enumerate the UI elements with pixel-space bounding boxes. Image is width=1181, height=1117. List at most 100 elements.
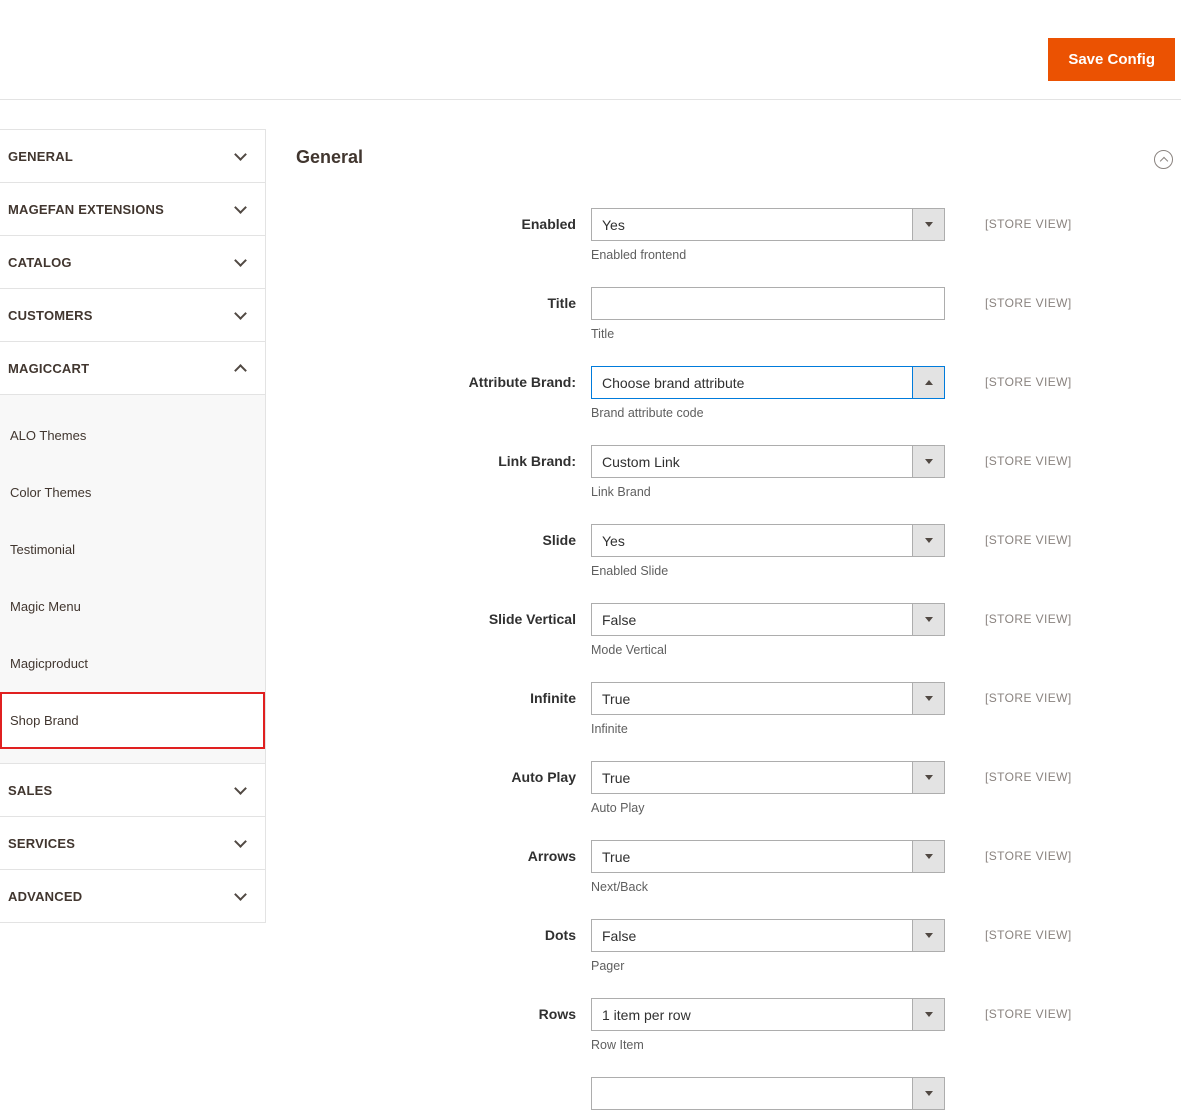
chevron-down-icon bbox=[234, 200, 247, 214]
select-value: Yes bbox=[602, 216, 625, 233]
field-note: Row Item bbox=[591, 1038, 644, 1052]
select-arrow-button[interactable] bbox=[912, 446, 944, 477]
select-value: Yes bbox=[602, 532, 625, 549]
collapse-section-button[interactable] bbox=[1154, 150, 1173, 169]
main-content: General Enabled Yes Enabled frontend [ST… bbox=[296, 100, 1181, 1117]
field-control-area: False Mode Vertical bbox=[591, 603, 945, 657]
sidebar-section-customers[interactable]: CUSTOMERS bbox=[0, 289, 265, 342]
select-arrow-button[interactable] bbox=[912, 920, 944, 951]
sidebar-item-magic-menu[interactable]: Magic Menu bbox=[0, 578, 265, 635]
scope-label: [STORE VIEW] bbox=[985, 454, 1072, 468]
save-config-button[interactable]: Save Config bbox=[1048, 38, 1175, 81]
page-header: Save Config bbox=[0, 0, 1181, 100]
sidebar-section-label: SERVICES bbox=[8, 835, 76, 851]
select-arrow-button[interactable] bbox=[912, 209, 944, 240]
scope-label: [STORE VIEW] bbox=[985, 217, 1072, 231]
select-control[interactable]: 1 item per row bbox=[591, 998, 945, 1031]
field-note: Brand attribute code bbox=[591, 406, 704, 420]
sidebar-section-label: SALES bbox=[8, 782, 53, 798]
field-row-slide: Slide Yes Enabled Slide [STORE VIEW] bbox=[296, 524, 1181, 578]
field-label: Auto Play bbox=[511, 769, 576, 785]
caret-up-icon bbox=[924, 380, 933, 385]
sidebar-section-magefan-extensions[interactable]: MAGEFAN EXTENSIONS bbox=[0, 183, 265, 236]
field-label: Dots bbox=[544, 927, 576, 943]
field-row-auto-play: Auto Play True Auto Play [STORE VIEW] bbox=[296, 761, 1181, 815]
select-arrow-button[interactable] bbox=[912, 525, 944, 556]
caret-down-icon bbox=[924, 696, 933, 701]
select-control[interactable]: False bbox=[591, 603, 945, 636]
field-row-rows: Rows 1 item per row Row Item [STORE VIEW… bbox=[296, 998, 1181, 1052]
field-label: Attribute Brand: bbox=[468, 374, 576, 390]
select-arrow-button[interactable] bbox=[912, 1078, 944, 1109]
select-value: Custom Link bbox=[602, 453, 680, 470]
field-note: Mode Vertical bbox=[591, 643, 667, 657]
sidebar-section-label: CUSTOMERS bbox=[8, 307, 93, 323]
field-row-dots: Dots False Pager [STORE VIEW] bbox=[296, 919, 1181, 973]
select-control[interactable]: True bbox=[591, 761, 945, 794]
text-input[interactable] bbox=[591, 287, 945, 320]
sidebar-section-magiccart[interactable]: MAGICCART bbox=[0, 342, 265, 395]
caret-down-icon bbox=[924, 854, 933, 859]
field-note: Link Brand bbox=[591, 485, 651, 499]
caret-down-icon bbox=[924, 933, 933, 938]
select-control[interactable] bbox=[591, 1077, 945, 1110]
field-label: Arrows bbox=[527, 848, 576, 864]
chevron-up-icon bbox=[1159, 156, 1168, 166]
select-control[interactable]: False bbox=[591, 919, 945, 952]
sidebar-item-alo-themes[interactable]: ALO Themes bbox=[0, 407, 265, 464]
select-value: True bbox=[602, 769, 631, 786]
select-arrow-button[interactable] bbox=[912, 604, 944, 635]
field-control-area bbox=[591, 1077, 945, 1117]
sidebar-item-label: ALO Themes bbox=[10, 428, 87, 443]
field-control-area: Choose brand attribute Brand attribute c… bbox=[591, 366, 945, 420]
field-control-area: 1 item per row Row Item bbox=[591, 998, 945, 1052]
sidebar-section-catalog[interactable]: CATALOG bbox=[0, 236, 265, 289]
sidebar-item-color-themes[interactable]: Color Themes bbox=[0, 464, 265, 521]
caret-down-icon bbox=[924, 775, 933, 780]
field-label: Title bbox=[547, 295, 576, 311]
select-arrow-button[interactable] bbox=[912, 367, 944, 398]
select-arrow-button[interactable] bbox=[912, 999, 944, 1030]
select-control[interactable]: Yes bbox=[591, 524, 945, 557]
sidebar-item-label: Testimonial bbox=[10, 542, 76, 557]
sidebar-section-advanced[interactable]: ADVANCED bbox=[0, 870, 265, 923]
chevron-down-icon bbox=[234, 306, 247, 320]
scope-label: [STORE VIEW] bbox=[985, 849, 1072, 863]
sidebar-section-sales[interactable]: SALES bbox=[0, 764, 265, 817]
sidebar-item-testimonial[interactable]: Testimonial bbox=[0, 521, 265, 578]
chevron-down-icon bbox=[234, 781, 247, 795]
scope-label: [STORE VIEW] bbox=[985, 691, 1072, 705]
select-value: True bbox=[602, 690, 631, 707]
select-control[interactable]: Yes bbox=[591, 208, 945, 241]
field-control-area: False Pager bbox=[591, 919, 945, 973]
field-note: Enabled Slide bbox=[591, 564, 669, 578]
caret-down-icon bbox=[924, 617, 933, 622]
field-label: Link Brand: bbox=[498, 453, 576, 469]
chevron-down-icon bbox=[234, 834, 247, 848]
select-control[interactable]: True bbox=[591, 840, 945, 873]
scope-label: [STORE VIEW] bbox=[985, 928, 1072, 942]
sidebar-item-shop-brand[interactable]: Shop Brand bbox=[0, 692, 265, 749]
field-row-arrows: Arrows True Next/Back [STORE VIEW] bbox=[296, 840, 1181, 894]
select-value: True bbox=[602, 848, 631, 865]
select-control[interactable]: Choose brand attribute bbox=[591, 366, 945, 399]
select-control[interactable]: Custom Link bbox=[591, 445, 945, 478]
sidebar-section-general[interactable]: GENERAL bbox=[0, 130, 265, 183]
select-control[interactable]: True bbox=[591, 682, 945, 715]
caret-down-icon bbox=[924, 1012, 933, 1017]
sidebar-item-label: Shop Brand bbox=[10, 713, 79, 728]
select-arrow-button[interactable] bbox=[912, 683, 944, 714]
sidebar-item-magicproduct[interactable]: Magicproduct bbox=[0, 635, 265, 692]
field-note: Auto Play bbox=[591, 801, 645, 815]
field-control-area: Title bbox=[591, 287, 945, 341]
caret-down-icon bbox=[924, 459, 933, 464]
scope-label: [STORE VIEW] bbox=[985, 1007, 1072, 1021]
field-row-infinite: Infinite True Infinite [STORE VIEW] bbox=[296, 682, 1181, 736]
scope-label: [STORE VIEW] bbox=[985, 533, 1072, 547]
select-arrow-button[interactable] bbox=[912, 762, 944, 793]
field-control-area: True Next/Back bbox=[591, 840, 945, 894]
scope-label: [STORE VIEW] bbox=[985, 612, 1072, 626]
select-arrow-button[interactable] bbox=[912, 841, 944, 872]
field-note: Infinite bbox=[591, 722, 628, 736]
sidebar-section-services[interactable]: SERVICES bbox=[0, 817, 265, 870]
